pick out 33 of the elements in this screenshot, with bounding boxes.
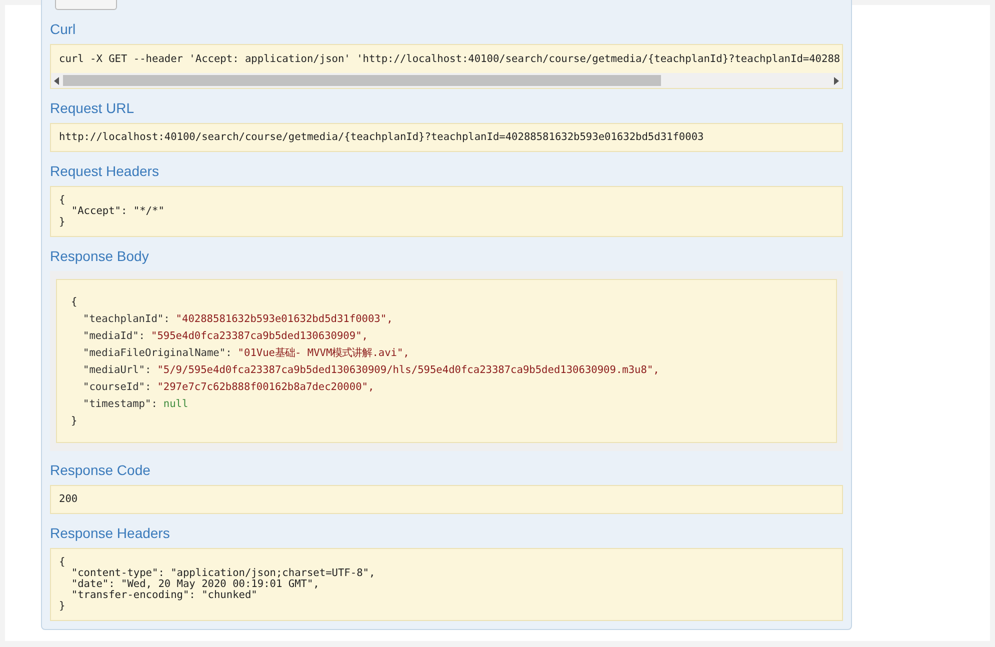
section-heading: Curl bbox=[50, 20, 77, 38]
json-key: "teachplanId": bbox=[83, 313, 170, 325]
code-line: } bbox=[59, 601, 66, 612]
json-key: "mediaId": bbox=[83, 330, 145, 342]
json-value: "01Vue基础- MVVM模式讲解.avi", bbox=[238, 347, 410, 359]
code-line: } bbox=[59, 217, 66, 228]
partial-button[interactable] bbox=[55, 0, 117, 10]
code-line: http://localhost:40100/search/course/getmedia/{teachplanId}?teachplanId=40288581632b593e01632bd5d31f0003 bbox=[59, 132, 705, 143]
section-heading: Response Body bbox=[50, 247, 150, 265]
scrollbar-thumb[interactable] bbox=[63, 75, 662, 86]
section-heading: Request URL bbox=[50, 99, 136, 117]
code-line: "Accept": "*/*" bbox=[70, 206, 166, 217]
code-line: "transfer-encoding": "chunked" bbox=[70, 590, 258, 601]
code-line: 200 bbox=[59, 494, 79, 505]
json-key: "timestamp": bbox=[83, 398, 158, 410]
json-key: "courseId": bbox=[83, 381, 152, 393]
code-line: { bbox=[59, 557, 66, 568]
json-brace: } bbox=[71, 415, 78, 427]
json-key: "mediaFileOriginalName": bbox=[83, 347, 232, 359]
code-line: "date": "Wed, 20 May 2020 00:19:01 GMT", bbox=[70, 579, 320, 590]
json-value: "5/9/595e4d0fca23387ca9b5ded130630909/hls/595e4d0fca23387ca9b5ded130630909.m3u8", bbox=[157, 364, 660, 376]
json-value: "40288581632b593e01632bd5d31f0003", bbox=[176, 313, 393, 325]
json-value: null bbox=[163, 398, 188, 410]
json-value: "297e7c7c62b888f00162b8a7dec20000", bbox=[157, 381, 374, 393]
json-brace: { bbox=[71, 296, 78, 308]
section-heading: Response Code bbox=[50, 461, 152, 479]
code-line: { bbox=[59, 195, 66, 206]
section-heading: Response Headers bbox=[50, 524, 171, 542]
json-key: "mediaUrl": bbox=[83, 364, 152, 376]
code-line: "content-type": "application/json;charset=UTF-8", bbox=[70, 568, 376, 579]
json-value: "595e4d0fca23387ca9b5ded130630909", bbox=[151, 330, 368, 342]
section-heading: Request Headers bbox=[50, 162, 160, 180]
curl-command: curl -X GET --header 'Accept: application/json' 'http://localhost:40100/search/course/getmedia/{teachplanId}?teachplanId=40288 bbox=[58, 52, 842, 67]
